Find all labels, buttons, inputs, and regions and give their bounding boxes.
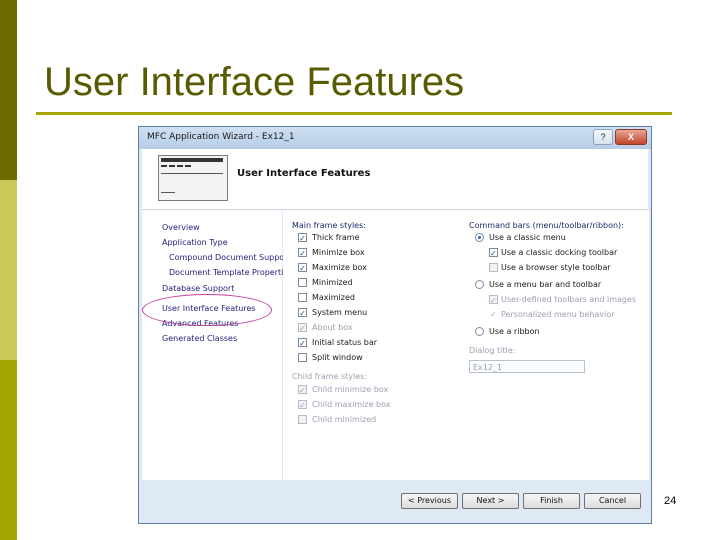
wizard-nav: Overview Application Type Compound Docum… xyxy=(142,210,292,480)
wizard-header: User Interface Features xyxy=(142,149,648,210)
help-button[interactable]: ? xyxy=(593,129,613,145)
personalized-menu-check-icon: ✓ xyxy=(490,310,497,319)
finish-button[interactable]: Finish xyxy=(523,493,580,509)
slide-title: User Interface Features xyxy=(44,60,465,104)
command-bars-label: Command bars (menu/toolbar/ribbon): xyxy=(469,221,624,230)
classic-docking-toolbar-checkbox[interactable]: ✓ xyxy=(489,248,498,258)
split-window-checkbox[interactable] xyxy=(298,353,307,362)
initial-status-bar-label: Initial status bar xyxy=(312,338,378,347)
user-defined-toolbars-checkbox[interactable]: ✓ xyxy=(489,295,498,305)
minimized-label: Minimized xyxy=(312,278,353,287)
system-menu-checkbox[interactable]: ✓ xyxy=(298,308,307,318)
wizard-content: Main frame styles: ✓ Thick frame ✓ Minim… xyxy=(283,210,649,480)
highlight-ellipse xyxy=(142,294,272,326)
nav-item-database-support[interactable]: Database Support xyxy=(162,284,234,293)
split-window-label: Split window xyxy=(312,353,363,362)
browser-style-toolbar-label: Use a browser style toolbar xyxy=(501,263,611,272)
ribbon-radio[interactable] xyxy=(475,327,484,336)
child-frame-styles-label: Child frame styles: xyxy=(292,372,368,381)
child-minimized-checkbox[interactable] xyxy=(298,415,307,424)
child-minimize-box-checkbox[interactable]: ✓ xyxy=(298,385,307,395)
minimize-box-checkbox[interactable]: ✓ xyxy=(298,248,307,258)
initial-status-bar-checkbox[interactable]: ✓ xyxy=(298,338,307,348)
classic-menu-label: Use a classic menu xyxy=(489,233,566,242)
main-frame-styles-label: Main frame styles: xyxy=(292,221,366,230)
close-button[interactable]: X xyxy=(615,129,647,145)
about-box-checkbox[interactable]: ✓ xyxy=(298,323,307,333)
personalized-menu-label: Personalized menu behavior xyxy=(501,310,615,319)
maximize-box-checkbox[interactable]: ✓ xyxy=(298,263,307,273)
browser-style-toolbar-checkbox[interactable] xyxy=(489,263,498,272)
about-box-label: About box xyxy=(312,323,353,332)
window-titlebar[interactable]: MFC Application Wizard - Ex12_1 ? X xyxy=(139,127,651,149)
maximized-label: Maximized xyxy=(312,293,355,302)
child-maximize-box-label: Child maximize box xyxy=(312,400,391,409)
previous-button[interactable]: < Previous xyxy=(401,493,458,509)
classic-menu-radio[interactable] xyxy=(475,233,484,242)
minimized-checkbox[interactable] xyxy=(298,278,307,287)
menu-bar-toolbar-radio[interactable] xyxy=(475,280,484,289)
maximize-box-label: Maximize box xyxy=(312,263,367,272)
dialog-title-input[interactable]: Ex12_1 xyxy=(469,360,585,373)
child-maximize-box-checkbox[interactable]: ✓ xyxy=(298,400,307,410)
dialog-title-label: Dialog title: xyxy=(469,346,516,355)
slide-bar-bottom xyxy=(0,360,17,540)
thick-frame-checkbox[interactable]: ✓ xyxy=(298,233,307,243)
page-number: 24 xyxy=(664,495,677,507)
child-minimized-label: Child minimized xyxy=(312,415,377,424)
slide-bar-top xyxy=(0,0,17,180)
nav-item-application-type[interactable]: Application Type xyxy=(162,238,228,247)
nav-item-document-template[interactable]: Document Template Properties xyxy=(169,268,292,277)
nav-item-overview[interactable]: Overview xyxy=(162,223,200,232)
page-heading: User Interface Features xyxy=(237,168,371,179)
thick-frame-label: Thick frame xyxy=(312,233,360,242)
title-divider xyxy=(36,112,672,115)
menu-bar-toolbar-label: Use a menu bar and toolbar xyxy=(489,280,602,289)
classic-docking-toolbar-label: Use a classic docking toolbar xyxy=(501,248,618,257)
slide-bar-middle xyxy=(0,180,17,360)
minimize-box-label: Minimize box xyxy=(312,248,365,257)
nav-item-compound-document[interactable]: Compound Document Support xyxy=(169,253,291,262)
child-minimize-box-label: Child minimize box xyxy=(312,385,389,394)
window-title: MFC Application Wizard - Ex12_1 xyxy=(147,132,295,142)
system-menu-label: System menu xyxy=(312,308,368,317)
next-button[interactable]: Next > xyxy=(462,493,519,509)
ribbon-label: Use a ribbon xyxy=(489,327,540,336)
nav-item-generated-classes[interactable]: Generated Classes xyxy=(162,334,237,343)
mfc-wizard-dialog: MFC Application Wizard - Ex12_1 ? X User… xyxy=(138,126,652,524)
window-preview-icon xyxy=(158,155,228,201)
user-defined-toolbars-label: User-defined toolbars and images xyxy=(501,295,637,304)
maximized-checkbox[interactable] xyxy=(298,293,307,302)
cancel-button[interactable]: Cancel xyxy=(584,493,641,509)
